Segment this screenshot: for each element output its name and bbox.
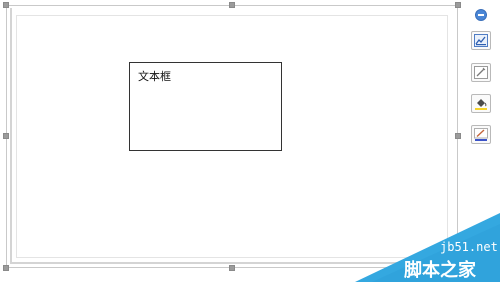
watermark-url: jb51.net	[440, 240, 498, 254]
watermark-brand: 脚本之家	[404, 260, 476, 281]
document-canvas: 文本框 jb51.net 脚本之家	[0, 0, 500, 282]
watermark-background	[355, 213, 500, 282]
